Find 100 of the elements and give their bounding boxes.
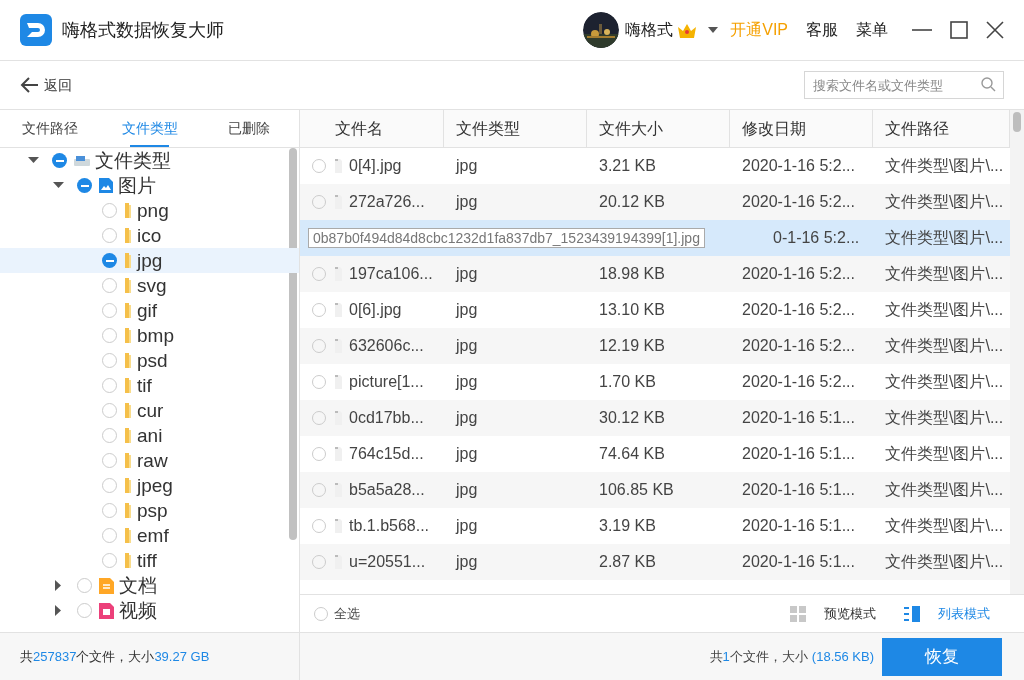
- table-cell-text: 文件类型\图片\...: [885, 228, 1004, 248]
- tree-checkbox[interactable]: [102, 253, 117, 268]
- search-field[interactable]: 搜索文件名或文件类型: [804, 71, 1004, 99]
- back-button[interactable]: 返回: [20, 74, 72, 96]
- minimize-button[interactable]: [912, 29, 932, 31]
- tree-checkbox[interactable]: [52, 153, 67, 168]
- table-cell-text: 文件类型\图片\...: [885, 264, 1004, 284]
- tree-item[interactable]: svg: [0, 273, 299, 298]
- sidebar-tab[interactable]: 已删除: [199, 110, 299, 147]
- table-cell-text: 13.10 KB: [599, 300, 665, 320]
- recover-button[interactable]: 恢复: [882, 637, 1002, 676]
- tree-item[interactable]: cur: [0, 398, 299, 423]
- table-cell-text: 2020-1-16 5:1...: [742, 444, 855, 464]
- table-cell-text: 272a726...: [349, 192, 425, 212]
- table-cell-text: 2020-1-16 5:1...: [742, 408, 855, 428]
- file-icon: [334, 554, 343, 570]
- column-header[interactable]: 修改日期: [730, 110, 873, 147]
- video-file-icon: [98, 601, 115, 620]
- tree-item[interactable]: tif: [0, 373, 299, 398]
- tree-label: cur: [137, 401, 164, 420]
- tree-item[interactable]: ico: [0, 223, 299, 248]
- table-cell-text: 2020-1-16 5:1...: [742, 552, 855, 572]
- tree-item[interactable]: ani: [0, 423, 299, 448]
- folder-icon: [123, 427, 133, 444]
- table-row[interactable]: 0b87b0f494d84d8cbc1232d1fa837db7_1523439194399[1].jpg 0-1-16 5:2... 文件类型\图片\...: [300, 220, 1010, 256]
- file-icon: [334, 410, 343, 426]
- tree-item[interactable]: 图片: [0, 173, 299, 198]
- folder-icon: [123, 552, 133, 569]
- table-cell-text: jpg: [456, 552, 478, 572]
- tree-item[interactable]: jpeg: [0, 473, 299, 498]
- table-cell-text: 2.87 KB: [599, 552, 656, 572]
- column-header[interactable]: 文件类型: [444, 110, 587, 147]
- menu-link[interactable]: 客服: [806, 18, 838, 42]
- file-icon: [334, 194, 343, 210]
- column-header[interactable]: 文件大小: [587, 110, 730, 147]
- table-cell-text: 2020-1-16 5:2...: [742, 156, 855, 176]
- table-cell-text: jpg: [456, 264, 478, 284]
- tree-label: raw: [137, 451, 168, 470]
- tree-item[interactable]: tiff: [0, 548, 299, 573]
- tree-label: ico: [137, 226, 162, 245]
- folder-icon: [123, 227, 133, 244]
- maximize-button[interactable]: [950, 21, 968, 39]
- tree-checkbox[interactable]: [77, 178, 92, 193]
- tree-item[interactable]: raw: [0, 448, 299, 473]
- folder-icon: [123, 477, 133, 494]
- table-cell-text: 文件类型\图片\...: [885, 192, 1004, 212]
- close-button[interactable]: [986, 21, 1004, 39]
- table-row[interactable]: b5a5a28... jpg 106.85 KB 2020-1-16 5:1... 文件类型\图片\...: [300, 472, 1010, 508]
- tree-item[interactable]: gif: [0, 298, 299, 323]
- sidebar-tab[interactable]: 文件类型: [99, 110, 200, 147]
- tree-item[interactable]: 文档: [0, 573, 299, 598]
- search-icon: [981, 77, 996, 92]
- tree-item[interactable]: png: [0, 198, 299, 223]
- list-icon: [904, 605, 920, 622]
- table-cell-text: 文件类型\图片\...: [885, 300, 1004, 320]
- table-cell-text: 74.64 KB: [599, 444, 665, 464]
- tree-item[interactable]: psp: [0, 498, 299, 523]
- selection-summary: 共1个文件，大小 (18.56 KB): [709, 647, 874, 666]
- table-row[interactable]: 272a726... jpg 20.12 KB 2020-1-16 5:2... 文件类型\图片\...: [300, 184, 1010, 220]
- tree-item[interactable]: jpg: [0, 248, 299, 273]
- table-cell-text: 3.21 KB: [599, 156, 656, 176]
- table-cell-text: 3.19 KB: [599, 516, 656, 536]
- menu-link[interactable]: 菜单: [856, 18, 888, 42]
- tree-label: ani: [137, 426, 163, 445]
- tree-item[interactable]: 文件类型: [0, 148, 299, 173]
- scrollbar-thumb[interactable]: [1013, 112, 1021, 132]
- table-cell-text: jpg: [456, 300, 478, 320]
- view-mode-button[interactable]: 预览模式: [790, 603, 876, 624]
- table-cell-text: 2020-1-16 5:2...: [742, 192, 855, 212]
- maximize-icon: [950, 21, 968, 39]
- tree-item[interactable]: bmp: [0, 323, 299, 348]
- table-cell-text: tb.1.b568...: [349, 516, 430, 536]
- column-header[interactable]: 文件名: [300, 110, 444, 147]
- table-cell-text: jpg: [456, 336, 478, 356]
- table-cell-text: jpg: [456, 192, 478, 212]
- table-cell-text: 12.19 KB: [599, 336, 665, 356]
- table-row[interactable]: u=20551... jpg 2.87 KB 2020-1-16 5:1... 文件类型\图片\...: [300, 544, 1010, 580]
- tree-item[interactable]: 视频: [0, 598, 299, 623]
- table-cell-text: 0-1-16 5:2...: [773, 228, 860, 248]
- table-row[interactable]: 197ca106... jpg 18.98 KB 2020-1-16 5:2... 文件类型\图片\...: [300, 256, 1010, 292]
- app-title: 嗨格式数据恢复大师: [62, 18, 224, 42]
- table-cell-text: 0[6].jpg: [349, 300, 402, 320]
- folder-icon: [123, 327, 133, 344]
- tree-label: 文档: [119, 576, 157, 595]
- image-file-icon: [98, 177, 114, 194]
- table-row[interactable]: 0cd17bb... jpg 30.12 KB 2020-1-16 5:1... 文件类型\图片\...: [300, 400, 1010, 436]
- scrollbar-thumb[interactable]: [289, 148, 297, 540]
- table-cell-text: 18.98 KB: [599, 264, 665, 284]
- tree-item[interactable]: psd: [0, 348, 299, 373]
- tree-label: 视频: [119, 601, 157, 620]
- folder-icon: [123, 452, 133, 469]
- file-summary: 共257837个文件，大小39.27 GB: [20, 647, 210, 666]
- sidebar-tab[interactable]: 文件路径: [0, 110, 100, 147]
- tree-item[interactable]: emf: [0, 523, 299, 548]
- file-icon: [334, 518, 343, 534]
- caret-icon: [708, 27, 719, 33]
- view-mode-button[interactable]: 列表模式: [904, 603, 990, 624]
- table-cell-text: 30.12 KB: [599, 408, 665, 428]
- table-row[interactable]: 632606c... jpg 12.19 KB 2020-1-16 5:2... 文件类型\图片\...: [300, 328, 1010, 364]
- tree-label: 图片: [118, 176, 156, 195]
